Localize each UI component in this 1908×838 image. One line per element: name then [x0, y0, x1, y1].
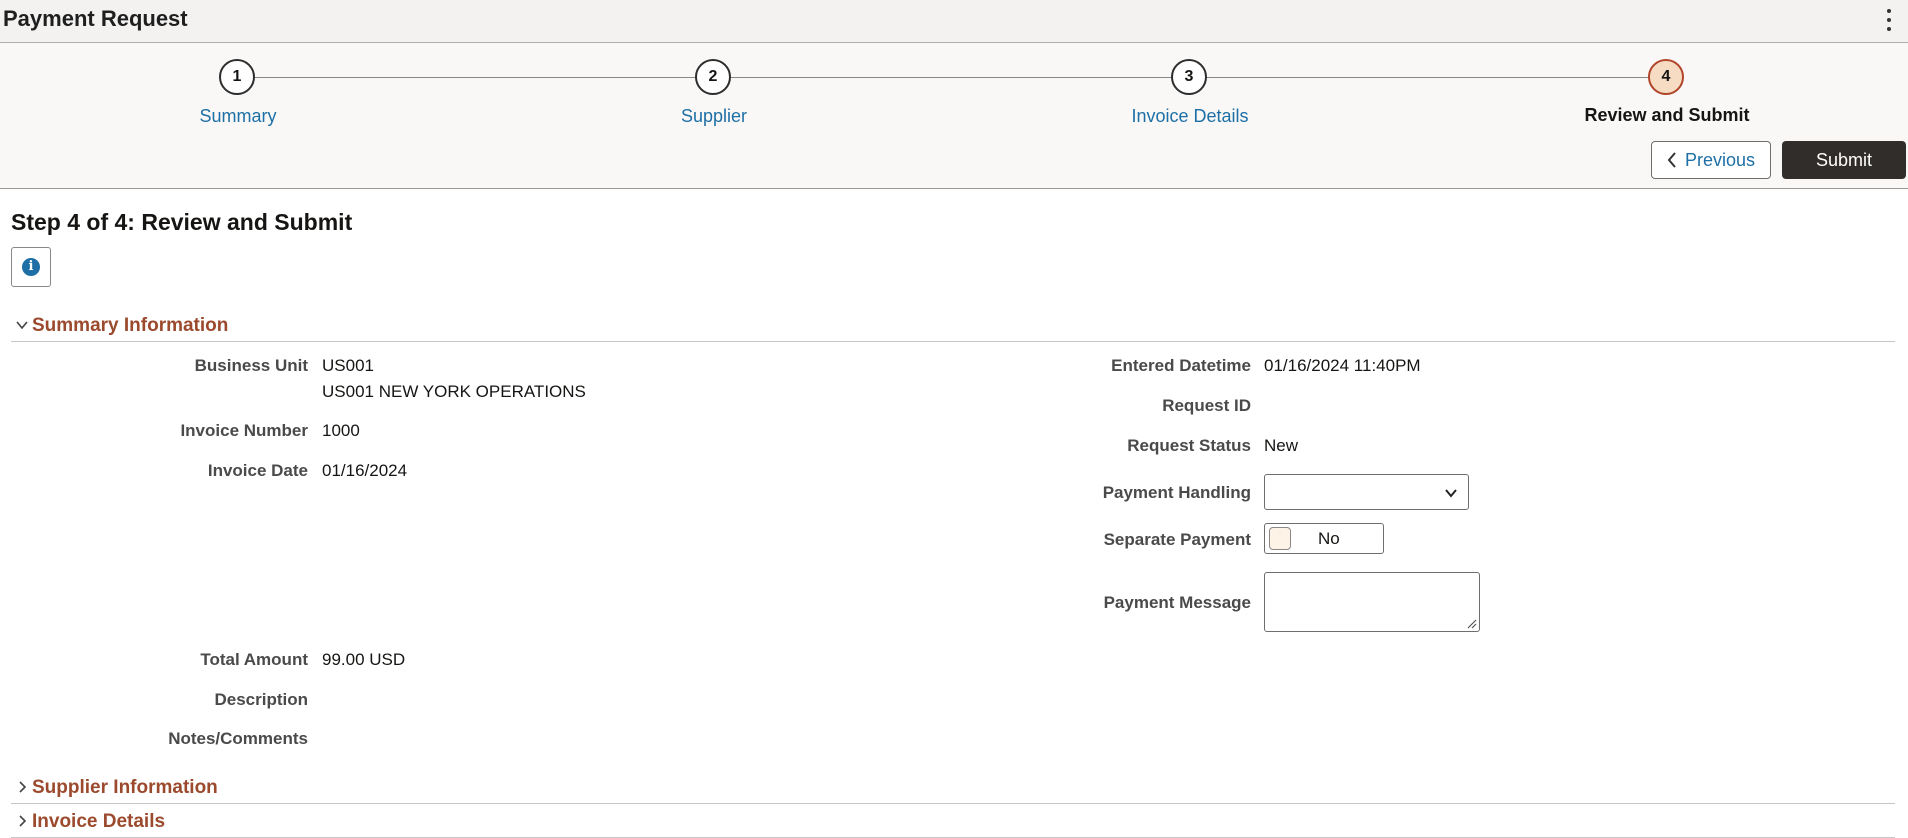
submit-button-label: Submit [1815, 149, 1873, 170]
invoice-date-label: Invoice Date [207, 461, 308, 480]
invoice-number-value: 1000 [322, 421, 360, 440]
kebab-menu-icon[interactable] [1886, 9, 1892, 31]
step-4-circle: 4 [1648, 59, 1684, 95]
total-amount-label: Total Amount [200, 650, 308, 669]
step-2-circle[interactable]: 2 [695, 59, 731, 95]
page-title: Payment Request [3, 6, 188, 31]
business-unit-label: Business Unit [194, 356, 308, 375]
payment-message-label: Payment Message [1103, 593, 1251, 612]
resize-grip-icon[interactable] [1465, 617, 1477, 629]
business-unit-value: US001 [322, 356, 374, 375]
summary-section-header[interactable]: Summary Information [11, 311, 1895, 342]
entered-datetime-value: 01/16/2024 11:40PM [1264, 356, 1421, 375]
invoice-date-value: 01/16/2024 [322, 461, 408, 480]
supplier-section-title: Supplier Information [32, 777, 218, 798]
total-amount-value: 99.00 USD [322, 650, 406, 669]
step-1-label[interactable]: Summary [199, 106, 276, 127]
separate-payment-value: No [1318, 529, 1340, 548]
invoice-section-title: Invoice Details [32, 811, 166, 832]
step-2-label[interactable]: Supplier [681, 106, 747, 127]
page-header: Payment Request [0, 0, 1908, 43]
invoice-number-label: Invoice Number [180, 421, 308, 440]
step-3-circle[interactable]: 3 [1171, 59, 1207, 95]
toggle-knob [1269, 527, 1291, 550]
summary-section-title: Summary Information [32, 315, 229, 336]
train-connector [238, 77, 1668, 78]
notes-comments-label: Notes/Comments [168, 729, 308, 748]
request-status-value: New [1264, 436, 1299, 455]
previous-button[interactable]: Previous [1651, 141, 1771, 179]
invoice-section-header[interactable]: Invoice Details [11, 807, 1895, 838]
chevron-left-icon [1667, 152, 1676, 168]
info-icon: i [22, 258, 40, 276]
request-status-label: Request Status [1127, 436, 1251, 455]
step-4-label: Review and Submit [1584, 105, 1750, 125]
info-button[interactable]: i [11, 247, 51, 287]
payment-handling-label: Payment Handling [1102, 483, 1251, 502]
step-train: 1 Summary 2 Supplier 3 Invoice Details 4… [0, 43, 1908, 189]
payment-handling-select[interactable] [1264, 474, 1469, 510]
payment-message-textarea[interactable] [1264, 572, 1480, 632]
chevron-down-icon [16, 321, 28, 330]
submit-button[interactable]: Submit [1782, 141, 1906, 179]
business-unit-description: US001 NEW YORK OPERATIONS [322, 382, 586, 401]
entered-datetime-label: Entered Datetime [1111, 356, 1251, 375]
previous-button-label: Previous [1684, 149, 1756, 170]
separate-payment-label: Separate Payment [1103, 530, 1251, 549]
step-3-label[interactable]: Invoice Details [1131, 106, 1248, 127]
chevron-right-icon [19, 815, 27, 827]
supplier-section-header[interactable]: Supplier Information [11, 773, 1895, 804]
step-1-circle[interactable]: 1 [219, 59, 255, 95]
chevron-down-icon [1445, 489, 1457, 498]
chevron-right-icon [19, 781, 27, 793]
separate-payment-toggle[interactable]: No [1264, 523, 1384, 554]
step-heading: Step 4 of 4: Review and Submit [11, 209, 353, 235]
description-label: Description [214, 690, 308, 709]
request-id-label: Request ID [1162, 396, 1251, 415]
